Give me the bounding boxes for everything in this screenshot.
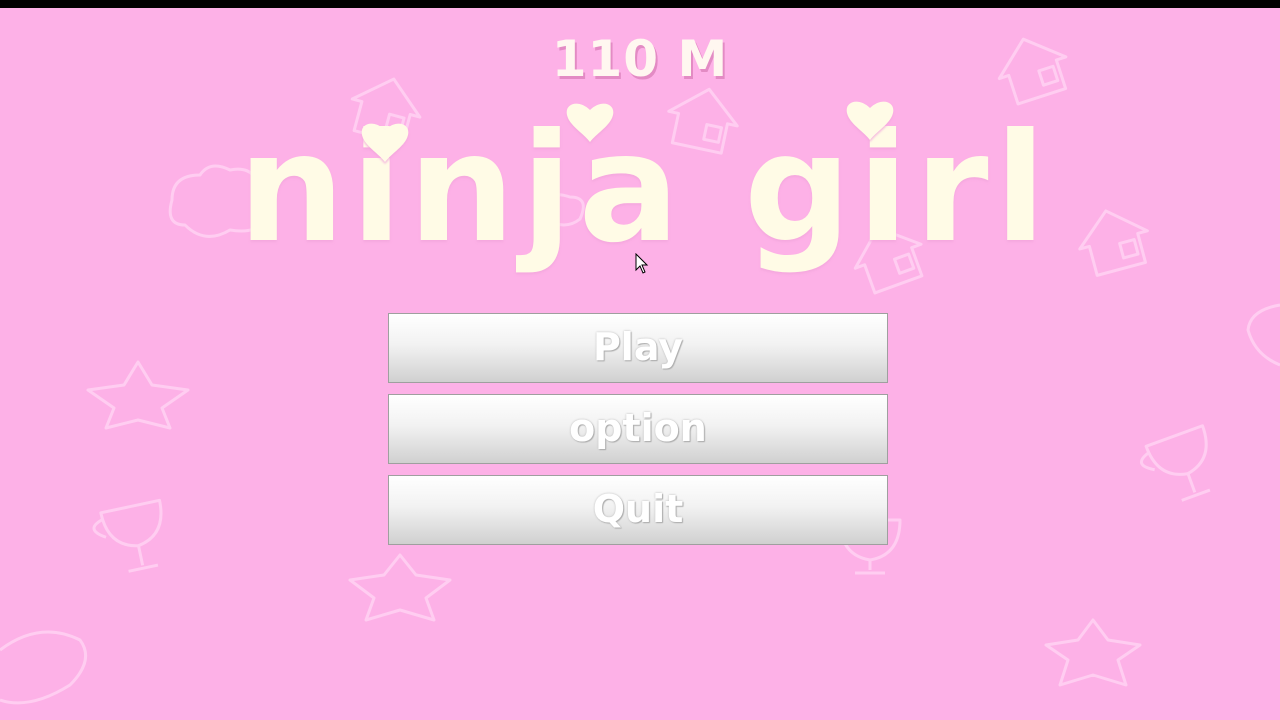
play-button[interactable]: Play	[388, 313, 888, 383]
trophy-icon	[1140, 424, 1211, 502]
star-icon	[1044, 618, 1142, 687]
quit-button[interactable]: Quit	[388, 475, 888, 545]
heart-icon	[1246, 303, 1280, 367]
trophy-icon	[92, 498, 163, 573]
heart-icon	[0, 630, 88, 705]
option-button[interactable]: option	[388, 394, 888, 464]
star-icon	[86, 360, 190, 430]
mouse-pointer-icon	[635, 253, 649, 274]
main-menu: Play option Quit	[388, 313, 888, 556]
star-icon	[348, 553, 452, 622]
game-title: ninja girl	[238, 102, 1052, 276]
